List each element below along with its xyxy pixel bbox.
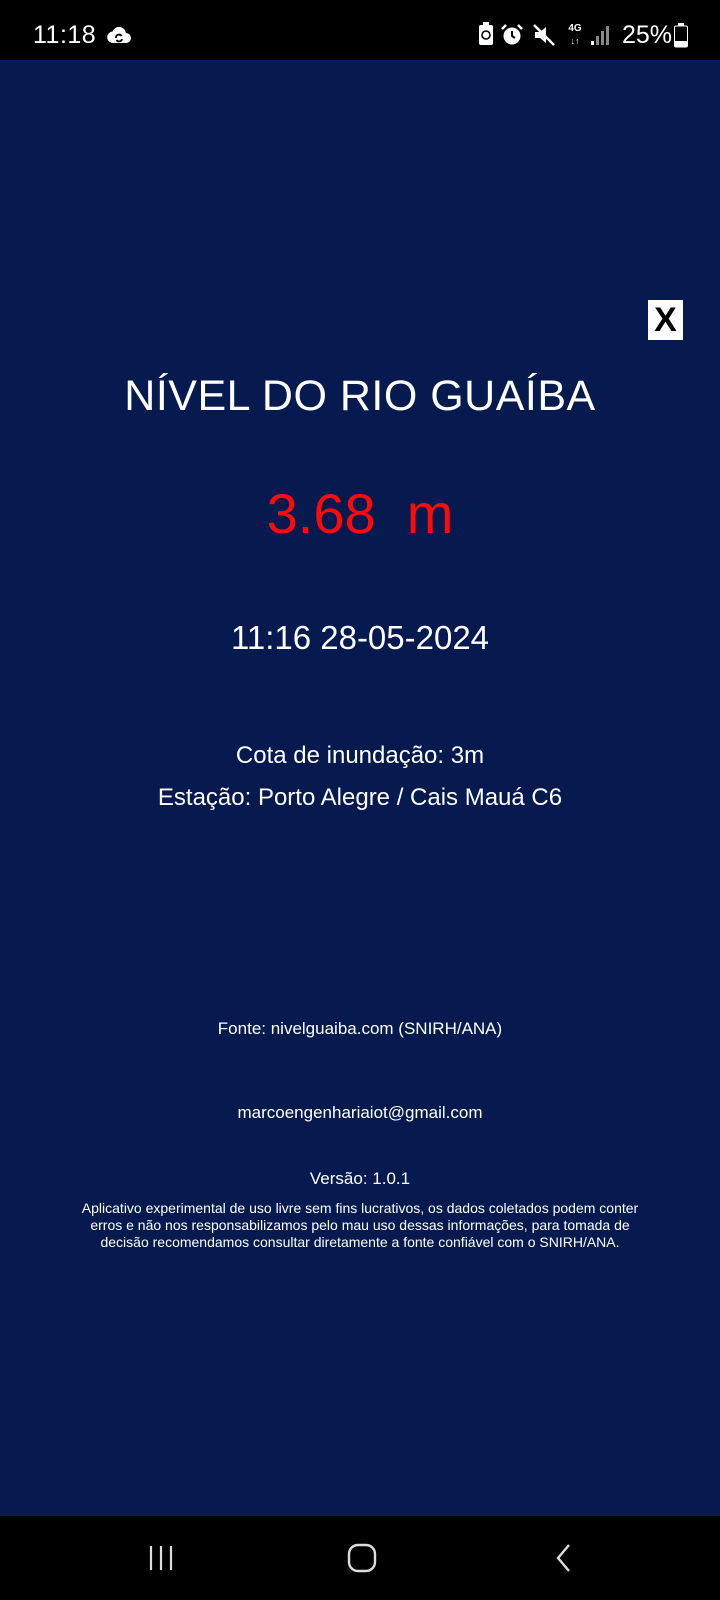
contact-email: marcoengenhariaiot@gmail.com (237, 1103, 483, 1122)
alarm-icon (501, 24, 523, 45)
water-level-value: 3.68 m (266, 482, 454, 545)
network-4g-icon: 4G ↓↑ (568, 23, 582, 46)
flood-quota: Cota de inundação: 3m (235, 742, 485, 769)
battery-saver-icon (479, 22, 493, 45)
navigation-bar (0, 1516, 720, 1600)
close-button[interactable]: X (648, 300, 683, 340)
station-name: Estação: Porto Alegre / Cais Mauá C6 (157, 784, 563, 811)
status-bar: 11:18 4G ↓↑ 25% (0, 0, 720, 60)
mute-icon (533, 24, 555, 46)
reading-datetime: 11:16 28-05-2024 (230, 619, 490, 656)
disclaimer-text: Aplicativo experimental de uso livre sem… (81, 1200, 639, 1250)
page-title: NÍVEL DO RIO GUAÍBA (124, 372, 596, 420)
app-screen: X NÍVEL DO RIO GUAÍBA 3.68 m 11:16 28-05… (0, 60, 720, 1516)
status-time: 11:18 (33, 21, 97, 49)
home-icon[interactable] (342, 1538, 382, 1578)
cloud-sync-icon (107, 26, 131, 43)
battery-icon (674, 23, 688, 48)
app-version: Versão: 1.0.1 (309, 1169, 411, 1188)
back-icon[interactable] (544, 1538, 584, 1578)
signal-icon (591, 26, 609, 45)
recent-apps-icon[interactable] (141, 1538, 181, 1578)
battery-percent: 25% (622, 21, 673, 49)
data-source: Fonte: nivelguaiba.com (SNIRH/ANA) (217, 1019, 503, 1038)
network-label: 4G (568, 23, 582, 34)
